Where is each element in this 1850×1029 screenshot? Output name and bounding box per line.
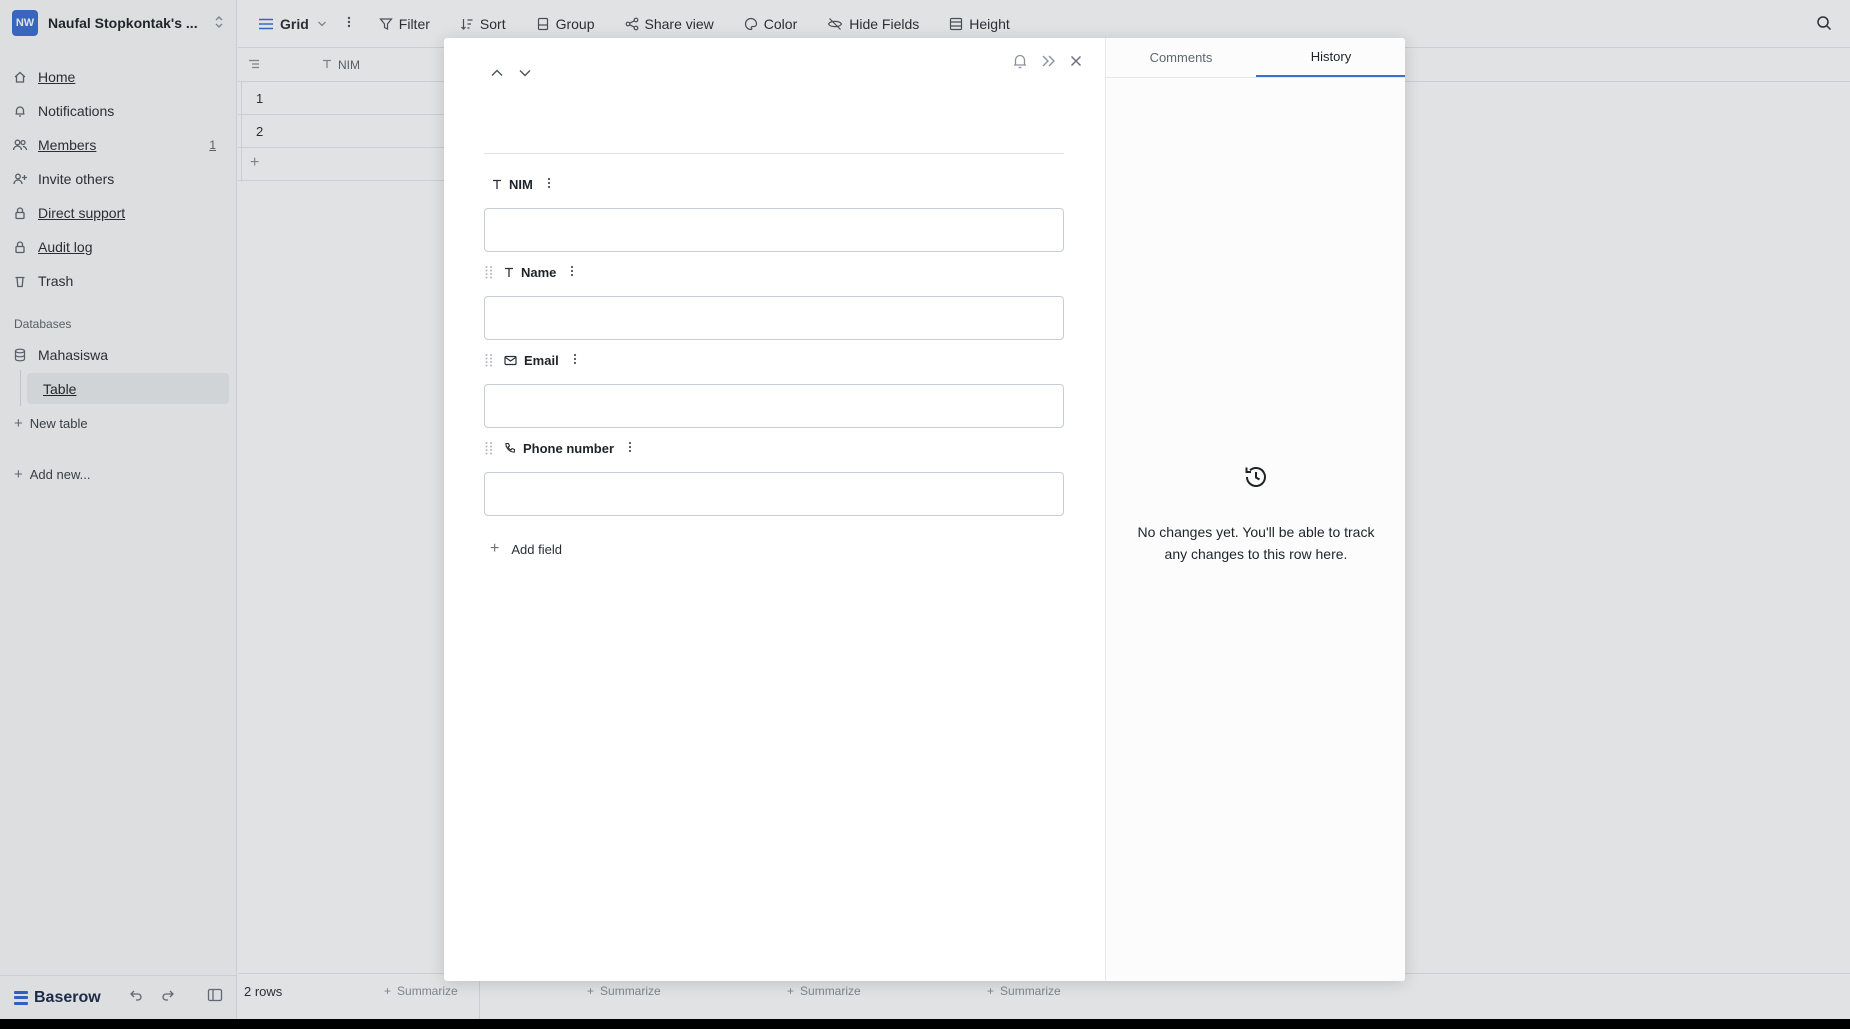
text-icon (492, 179, 502, 190)
bell-icon[interactable] (1011, 52, 1029, 70)
name-input[interactable] (484, 296, 1064, 340)
collapse-panel-icon[interactable] (1041, 54, 1057, 68)
field-name: Name (484, 262, 1064, 340)
phone-number-input[interactable] (484, 472, 1064, 516)
field-label-row: Email (484, 350, 1064, 370)
text-icon (504, 267, 514, 278)
row-fields-panel: NIM Name Email Phone number + Add field (444, 38, 1105, 981)
close-icon[interactable] (1069, 54, 1083, 68)
field-menu-icon[interactable] (573, 353, 577, 368)
field-menu-icon[interactable] (628, 441, 632, 456)
row-activity-panel: Comments History No changes yet. You'll … (1105, 38, 1405, 981)
field-label-row: NIM (484, 174, 1064, 194)
email-input[interactable] (484, 384, 1064, 428)
field-label: Name (521, 264, 557, 280)
field-nim: NIM (484, 174, 1064, 252)
row-title-divider (484, 153, 1064, 154)
field-menu-icon[interactable] (547, 177, 551, 192)
field-label-row: Name (484, 262, 1064, 282)
history-icon (1242, 463, 1270, 491)
drag-handle-icon[interactable] (484, 353, 494, 370)
mail-icon (504, 355, 517, 366)
modal-actions (999, 52, 1083, 70)
field-email: Email (484, 350, 1064, 428)
history-empty-message: No changes yet. You'll be able to track … (1137, 524, 1375, 562)
app-window: NW Naufal Stopkontak's ... Home Notifica… (0, 0, 1850, 1019)
add-field-label: Add field (511, 541, 562, 557)
nim-input[interactable] (484, 208, 1064, 252)
field-label: Email (524, 352, 559, 368)
row-navigation (490, 68, 546, 78)
phone-icon (504, 442, 516, 454)
activity-tabs: Comments History (1106, 38, 1405, 78)
field-phone-number: Phone number (484, 438, 1064, 516)
field-label: Phone number (523, 440, 615, 456)
plus-icon: + (490, 540, 500, 557)
add-field-button[interactable]: + Add field (490, 540, 562, 558)
chevron-up-icon[interactable] (490, 68, 504, 78)
row-expand-modal: NIM Name Email Phone number + Add field … (444, 38, 1405, 981)
drag-handle-icon[interactable] (484, 441, 494, 458)
tab-history[interactable]: History (1256, 38, 1405, 77)
drag-handle-icon[interactable] (484, 265, 494, 282)
chevron-down-icon[interactable] (518, 68, 532, 78)
tab-comments[interactable]: Comments (1106, 38, 1256, 77)
field-menu-icon[interactable] (570, 265, 574, 280)
field-label: NIM (509, 176, 533, 192)
field-label-row: Phone number (484, 438, 1064, 458)
